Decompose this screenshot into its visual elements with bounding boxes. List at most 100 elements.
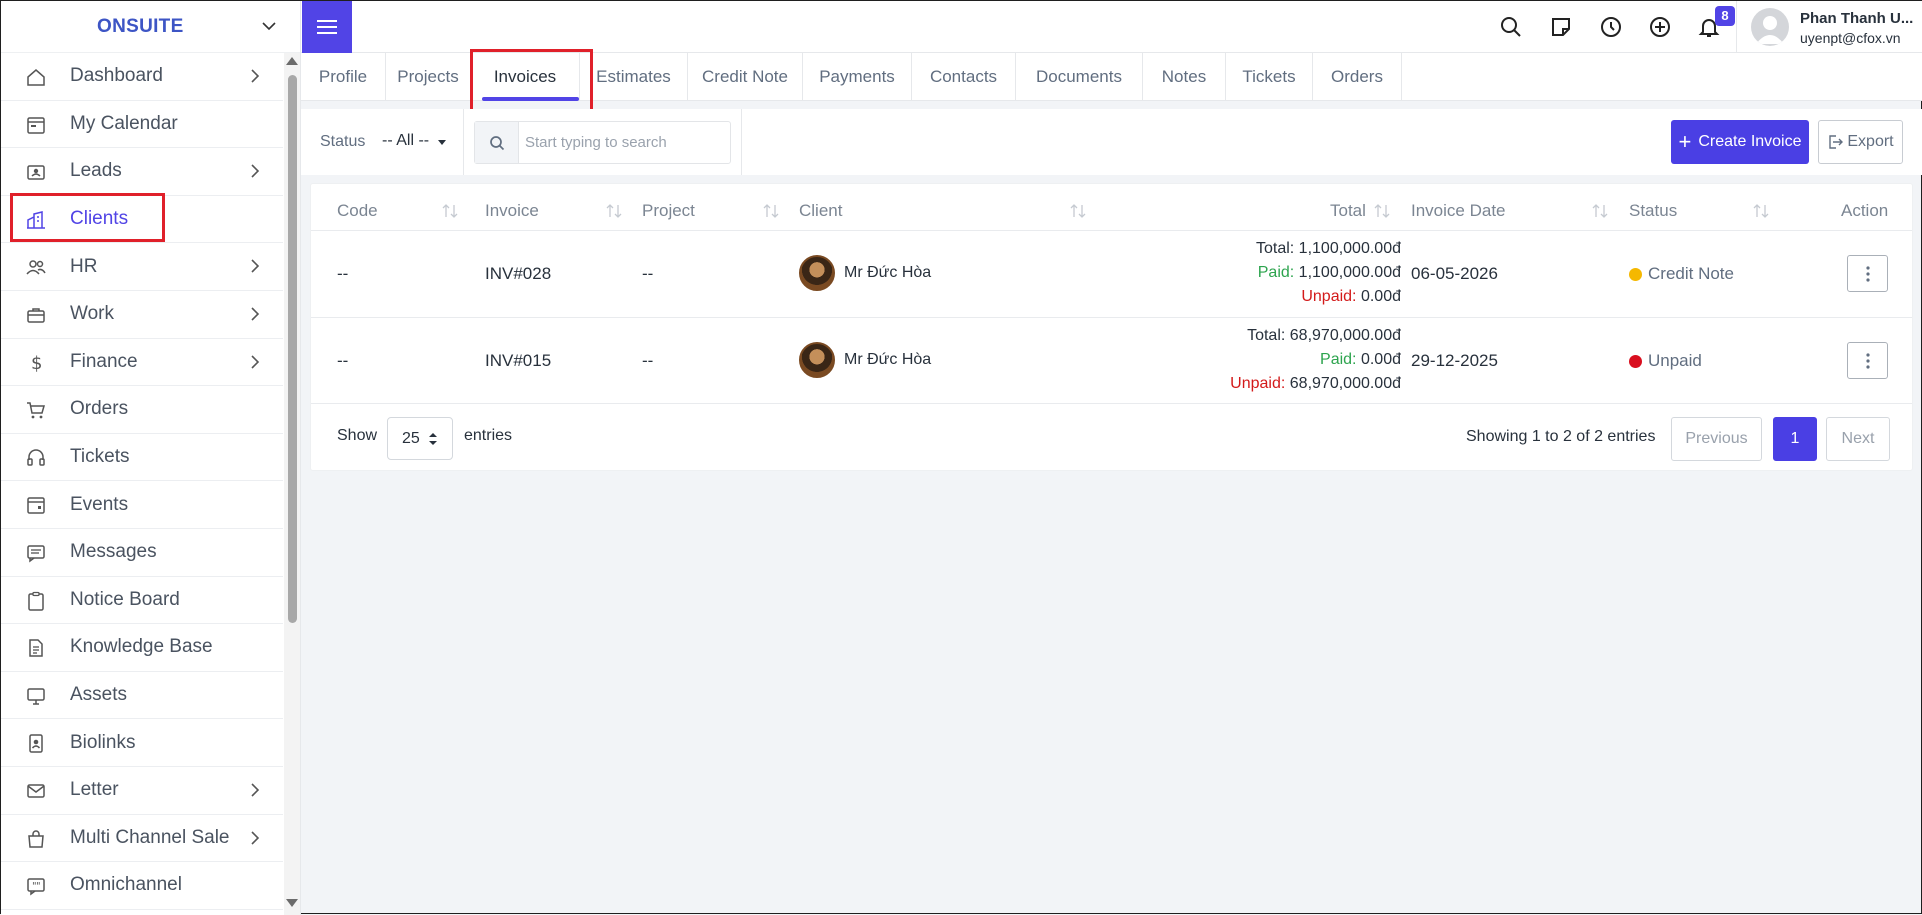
dollar-icon: $	[31, 353, 42, 374]
row-divider	[311, 403, 1912, 404]
scroll-thumb[interactable]	[288, 75, 297, 623]
brand-logo: ONSUITE	[97, 15, 184, 37]
brand-header[interactable]: ONSUITE	[1, 1, 300, 53]
chevron-down-icon[interactable]	[261, 19, 277, 33]
sidebar-item-label: Biolinks	[70, 731, 136, 753]
sidebar-item-notice-board[interactable]: Notice Board	[1, 577, 283, 625]
sort-icon[interactable]	[1373, 203, 1391, 219]
more-vertical-icon	[1865, 352, 1870, 369]
sidebar-scrollbar[interactable]	[284, 53, 300, 915]
scroll-up-arrow-icon[interactable]	[286, 57, 298, 65]
sidebar-item-tickets[interactable]: Tickets	[1, 434, 283, 482]
more-vertical-icon	[1865, 265, 1870, 282]
sidebar-item-hr[interactable]: HR	[1, 243, 283, 291]
add-circle-icon[interactable]	[1648, 15, 1672, 39]
user-name[interactable]: Phan Thanh U...	[1800, 10, 1920, 27]
create-invoice-button[interactable]: + Create Invoice	[1671, 120, 1809, 164]
sidebar-item-orders[interactable]: Orders	[1, 386, 283, 434]
tab-estimates[interactable]: Estimates	[580, 53, 688, 101]
column-header-client[interactable]: Client	[799, 201, 842, 221]
tab-notes[interactable]: Notes	[1143, 53, 1226, 101]
cell-client[interactable]: Mr Đức Hòa	[844, 351, 931, 369]
sidebar-item-assets[interactable]: Assets	[1, 672, 283, 720]
filter-bar: Status -- All -- + Create Invoice Export	[301, 109, 1922, 175]
monitor-icon	[27, 687, 45, 705]
sort-icon[interactable]	[1591, 203, 1609, 219]
column-header-status[interactable]: Status	[1629, 201, 1677, 221]
sidebar-item-label: Letter	[70, 779, 119, 801]
sticky-note-icon[interactable]	[1549, 15, 1573, 39]
show-label: Show	[337, 427, 378, 444]
highlight-box	[470, 49, 593, 114]
sidebar-nav: Dashboard My Calendar Leads Clients HR W…	[1, 53, 283, 910]
sort-icon[interactable]	[441, 203, 459, 219]
cell-client[interactable]: Mr Đức Hòa	[844, 264, 931, 282]
sidebar-item-label: Work	[70, 303, 114, 325]
svg-text:$: $	[31, 353, 42, 374]
search-input[interactable]	[519, 122, 729, 163]
sidebar-item-biolinks[interactable]: Biolinks	[1, 719, 283, 767]
caret-down-icon[interactable]	[438, 140, 446, 145]
previous-page-button[interactable]: Previous	[1671, 417, 1762, 461]
export-button[interactable]: Export	[1818, 120, 1903, 164]
sort-icon[interactable]	[1069, 203, 1087, 219]
topbar: 8 Phan Thanh U... uyenpt@cfox.vn	[301, 1, 1922, 53]
tab-payments[interactable]: Payments	[803, 53, 912, 101]
sidebar-item-label: Notice Board	[70, 588, 180, 610]
tab-documents[interactable]: Documents	[1016, 53, 1143, 101]
tab-tickets[interactable]: Tickets	[1226, 53, 1313, 101]
clock-icon[interactable]	[1599, 15, 1623, 39]
column-header-code[interactable]: Code	[337, 201, 378, 221]
entries-label: entries	[464, 427, 513, 444]
page-1-button[interactable]: 1	[1773, 417, 1817, 461]
sidebar-item-finance[interactable]: $ Finance	[1, 339, 283, 387]
sort-icon[interactable]	[1752, 203, 1770, 219]
column-header-total[interactable]: Total	[1330, 201, 1366, 221]
sidebar-item-leads[interactable]: Leads	[1, 148, 283, 196]
next-page-button[interactable]: Next	[1826, 417, 1890, 461]
tab-credit-note[interactable]: Credit Note	[688, 53, 803, 101]
sidebar-item-label: Tickets	[70, 446, 130, 468]
sidebar-item-letter[interactable]: Letter	[1, 767, 283, 815]
bag-icon	[28, 829, 44, 848]
sidebar-item-knowledge-base[interactable]: Knowledge Base	[1, 624, 283, 672]
sidebar-item-multi-channel-sale[interactable]: Multi Channel Sale	[1, 815, 283, 863]
status-filter-select[interactable]: -- All --	[382, 132, 429, 150]
tab-profile[interactable]: Profile	[301, 53, 386, 101]
tab-projects[interactable]: Projects	[386, 53, 471, 101]
sort-icon[interactable]	[605, 203, 623, 219]
app-window: ONSUITE Dashboard My Calendar Leads Clie…	[0, 0, 1922, 915]
search-icon[interactable]	[1499, 15, 1523, 39]
column-header-invoice-date[interactable]: Invoice Date	[1411, 201, 1506, 221]
cell-invoice[interactable]: INV#015	[485, 351, 551, 371]
sidebar-item-work[interactable]: Work	[1, 291, 283, 339]
search-field	[474, 121, 731, 164]
sidebar-item-events[interactable]: Events	[1, 481, 283, 529]
menu-toggle-button[interactable]	[302, 1, 352, 53]
sort-icon[interactable]	[762, 203, 780, 219]
sidebar-item-omnichannel[interactable]: " " Omnichannel	[1, 862, 283, 910]
calendar-icon	[27, 116, 45, 134]
user-email: uyenpt@cfox.vn	[1800, 30, 1901, 46]
cell-invoice[interactable]: INV#028	[485, 264, 551, 284]
scroll-down-arrow-icon[interactable]	[286, 899, 298, 907]
avatar[interactable]	[799, 342, 835, 378]
avatar[interactable]	[799, 255, 835, 291]
avatar[interactable]	[1751, 8, 1789, 46]
sidebar-item-dashboard[interactable]: Dashboard	[1, 53, 283, 101]
tab-contacts[interactable]: Contacts	[912, 53, 1016, 101]
page-size-select[interactable]: 25	[387, 417, 453, 460]
row-action-button[interactable]	[1847, 255, 1888, 292]
column-header-invoice[interactable]: Invoice	[485, 201, 539, 221]
highlight-box	[10, 193, 165, 242]
create-invoice-label: Create Invoice	[1698, 133, 1802, 150]
sidebar-item-messages[interactable]: Messages	[1, 529, 283, 577]
chevron-right-icon	[251, 307, 260, 321]
briefcase-icon	[27, 308, 45, 323]
sidebar-item-my-calendar[interactable]: My Calendar	[1, 101, 283, 149]
divider	[1736, 1, 1737, 53]
tab-orders[interactable]: Orders	[1313, 53, 1402, 101]
column-header-project[interactable]: Project	[642, 201, 695, 221]
row-action-button[interactable]	[1847, 342, 1888, 379]
cell-total: Total: 1,100,000.00đ	[1255, 240, 1401, 257]
